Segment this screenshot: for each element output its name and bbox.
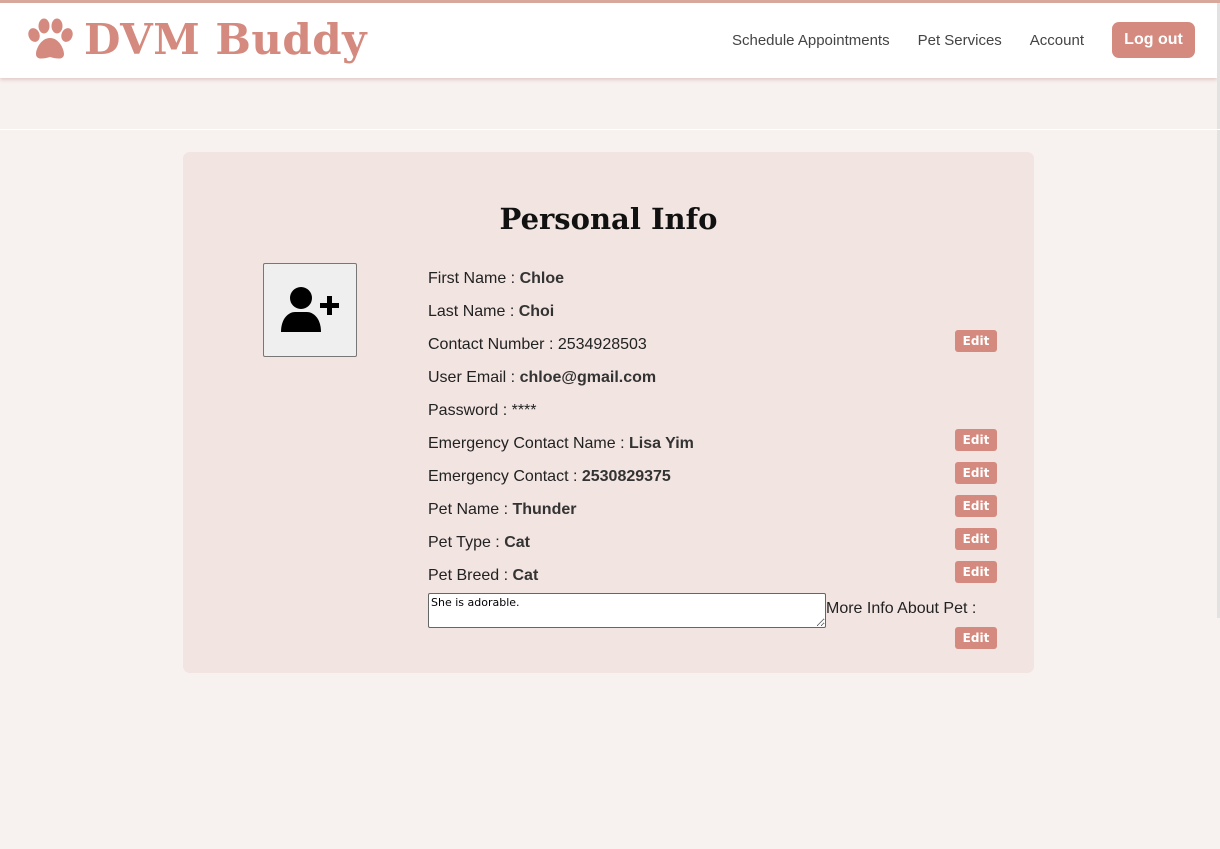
pet-name-label: Pet Name :	[428, 501, 513, 518]
first-name-label: First Name :	[428, 270, 520, 287]
password-value: ****	[511, 402, 537, 419]
add-avatar-button[interactable]	[263, 263, 357, 357]
user-email-value: chloe@gmail.com	[519, 369, 657, 386]
user-email-row: User Email : chloe@gmail.com	[428, 369, 656, 387]
password-label: Password :	[428, 402, 512, 419]
nav-schedule-appointments[interactable]: Schedule Appointments	[732, 32, 890, 49]
edit-more-info-button[interactable]: Edit	[955, 627, 997, 649]
edit-pet-type-button[interactable]: Edit	[955, 528, 997, 550]
contact-number-row: Contact Number : 2534928503	[428, 336, 647, 354]
first-name-row: First Name : Chloe	[428, 270, 564, 288]
section-divider	[0, 129, 1220, 130]
emergency-contact-name-value: Lisa Yim	[628, 435, 694, 452]
contact-number-label: Contact Number :	[428, 336, 558, 353]
page-title: Personal Info	[499, 202, 718, 236]
pet-type-row: Pet Type : Cat	[428, 534, 530, 552]
edit-pet-name-button[interactable]: Edit	[955, 495, 997, 517]
pet-name-row: Pet Name : Thunder	[428, 501, 576, 519]
pet-type-label: Pet Type :	[428, 534, 505, 551]
edit-contact-number-button[interactable]: Edit	[955, 330, 997, 352]
emergency-contact-name-row: Emergency Contact Name : Lisa Yim	[428, 435, 694, 453]
add-user-icon	[281, 287, 339, 332]
nav-links: Schedule Appointments Pet Services Accou…	[732, 22, 1195, 58]
paw-icon	[28, 18, 73, 59]
pet-breed-label: Pet Breed :	[428, 567, 513, 584]
pet-type-value: Cat	[504, 534, 530, 551]
logout-button[interactable]: Log out	[1112, 22, 1195, 58]
edit-emergency-contact-button[interactable]: Edit	[955, 462, 997, 484]
first-name-value: Chloe	[519, 270, 565, 287]
user-email-label: User Email :	[428, 369, 520, 386]
edit-pet-breed-button[interactable]: Edit	[955, 561, 997, 583]
last-name-row: Last Name : Choi	[428, 303, 554, 321]
nav-pet-services[interactable]: Pet Services	[918, 32, 1002, 49]
brand-logo[interactable]: DVM Buddy	[26, 15, 367, 65]
pet-breed-value: Cat	[512, 567, 539, 584]
emergency-contact-row: Emergency Contact : 2530829375	[428, 468, 671, 486]
pet-name-value: Thunder	[512, 501, 577, 518]
password-row: Password : ****	[428, 402, 537, 420]
more-info-label: More Info About Pet :	[826, 600, 977, 617]
contact-number-value: 2534928503	[557, 336, 647, 353]
emergency-contact-value: 2530829375	[581, 468, 671, 485]
navbar: DVM Buddy Schedule Appointments Pet Serv…	[0, 3, 1217, 78]
last-name-label: Last Name :	[428, 303, 519, 320]
personal-info-card: Personal Info First Name : Chloe Last Na…	[183, 152, 1034, 673]
pet-breed-row: Pet Breed : Cat	[428, 567, 538, 585]
emergency-contact-name-label: Emergency Contact Name :	[428, 435, 629, 452]
last-name-value: Choi	[518, 303, 555, 320]
nav-account[interactable]: Account	[1030, 32, 1084, 49]
emergency-contact-label: Emergency Contact :	[428, 468, 582, 485]
brand-name: DVM Buddy	[84, 15, 368, 64]
edit-emergency-contact-name-button[interactable]: Edit	[955, 429, 997, 451]
more-info-textarea[interactable]: She is adorable.	[428, 593, 826, 628]
